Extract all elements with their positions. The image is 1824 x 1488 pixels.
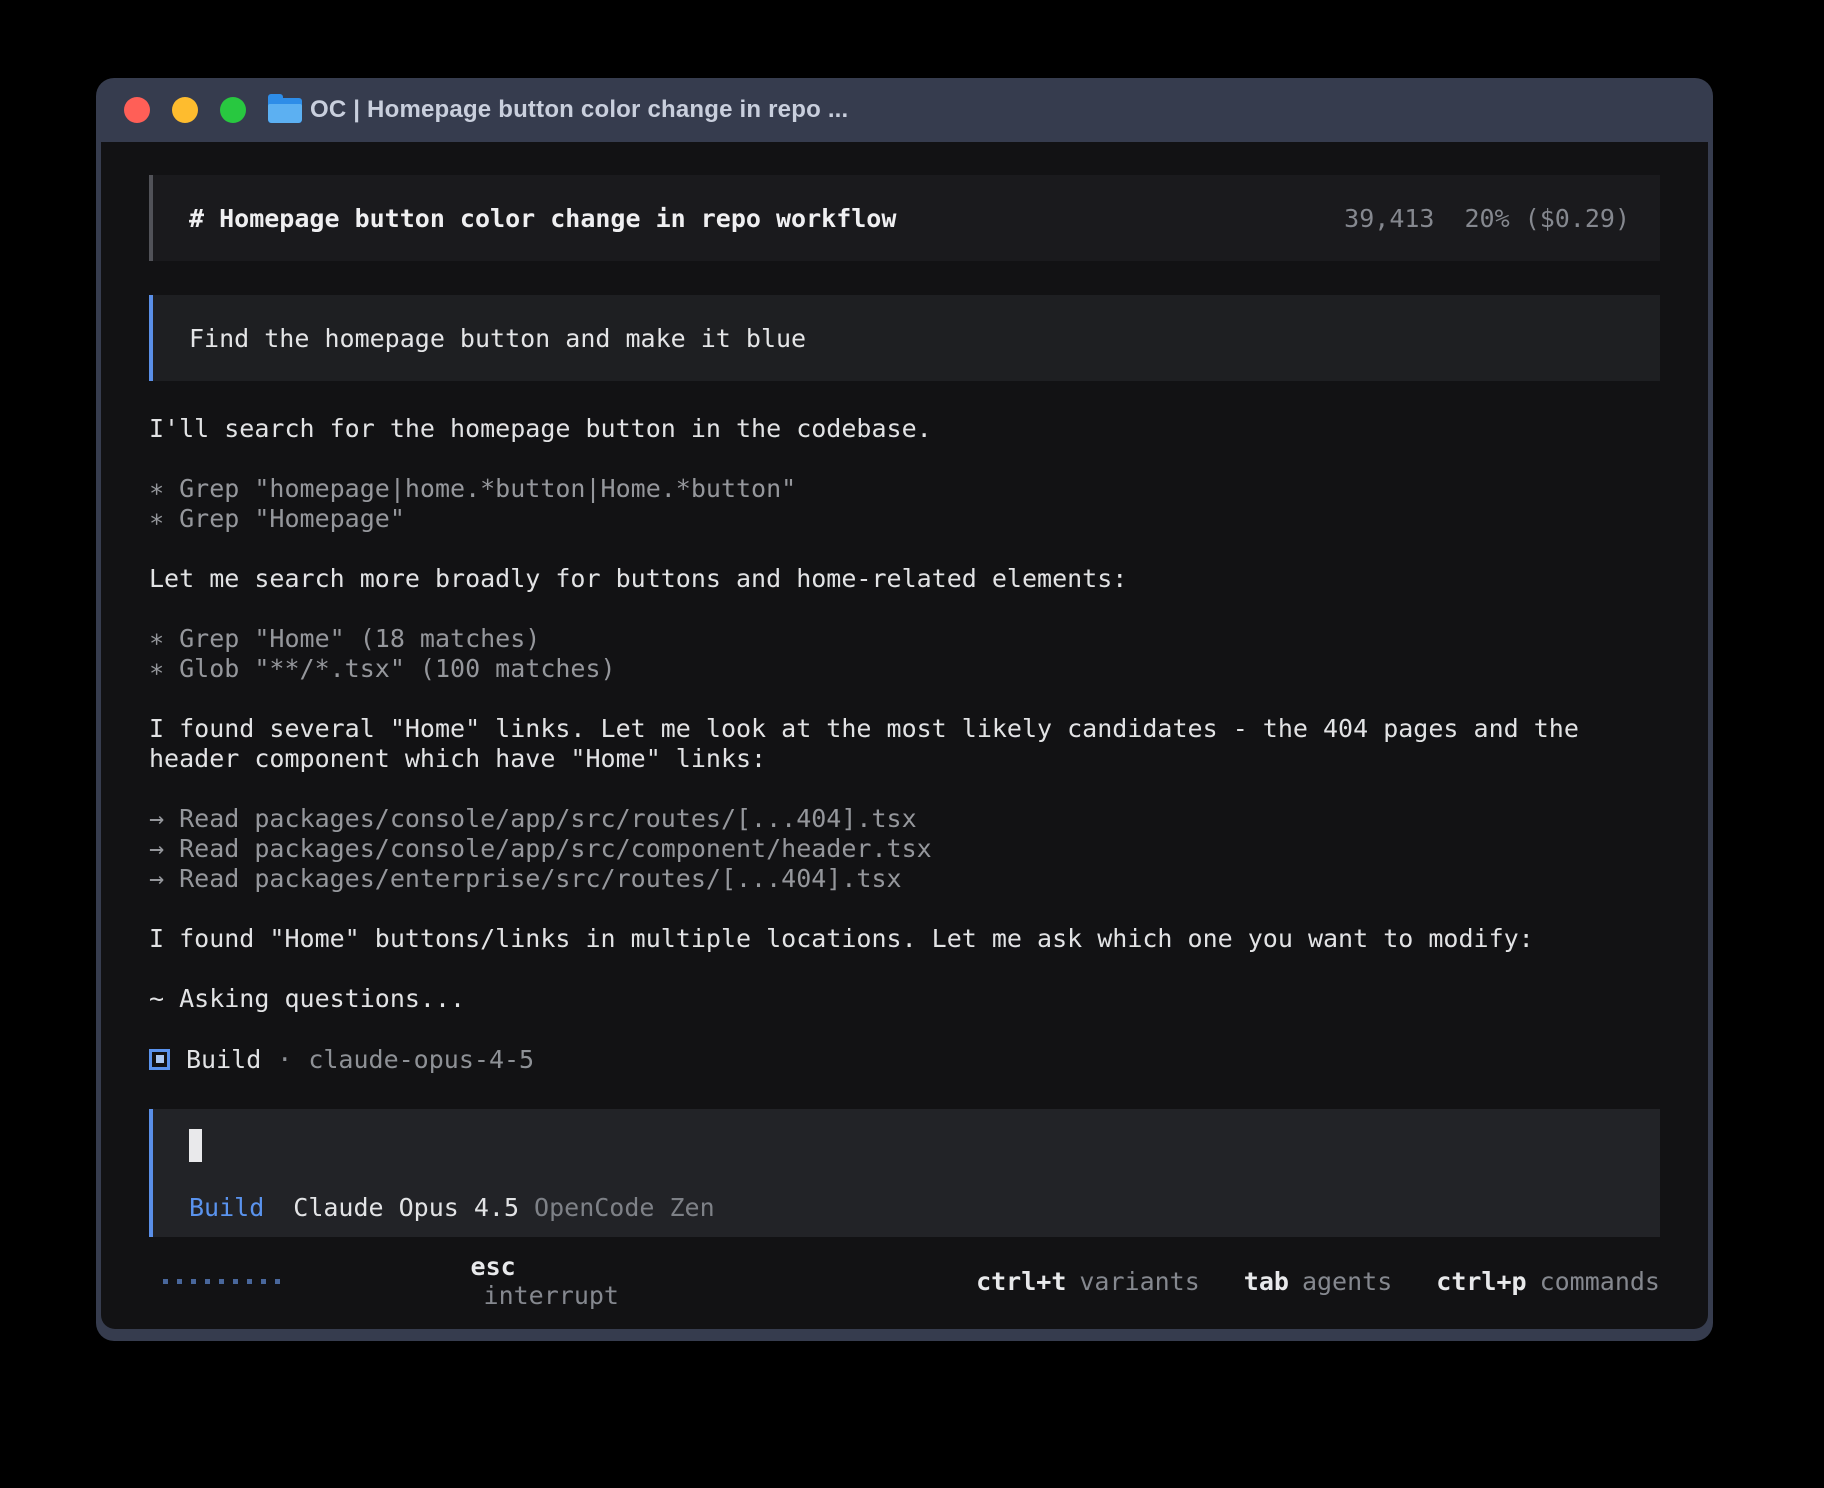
hint-key: esc [471, 1252, 516, 1281]
spinner-dot [191, 1279, 196, 1284]
transcript-line [149, 894, 1660, 924]
hint-label: interrupt [484, 1281, 619, 1310]
status-bar-right: ctrl+t variants tab agents ctrl+p commands [976, 1267, 1660, 1296]
spinner-dot [177, 1279, 182, 1284]
input-model-label: Claude Opus 4.5 [293, 1193, 519, 1223]
titlebar: OC | Homepage button color change in rep… [96, 78, 1713, 142]
agent-model: claude-opus-4-5 [308, 1045, 534, 1074]
input-status-line: Build Claude Opus 4.5 OpenCode Zen [189, 1193, 1624, 1223]
terminal-content: # Homepage button color change in repo w… [101, 142, 1708, 1329]
user-message-text: Find the homepage button and make it blu… [189, 324, 806, 353]
agent-badge-icon [149, 1049, 170, 1070]
session-title: # Homepage button color change in repo w… [189, 204, 896, 233]
transcript-line [149, 684, 1660, 714]
app-window: OC | Homepage button color change in rep… [96, 78, 1713, 1341]
hint-interrupt: esc interrupt [320, 1223, 619, 1329]
session-stats: 39,413 20% ($0.29) [1344, 204, 1630, 233]
hint-label: commands [1540, 1267, 1660, 1296]
spinner-dot [261, 1279, 266, 1284]
spinner-dots [163, 1279, 280, 1284]
transcript-line: ∗ Grep "Home" (18 matches) [149, 624, 1660, 654]
spinner-dot [163, 1279, 168, 1284]
token-count: 39,413 [1344, 204, 1434, 233]
hint-commands: ctrl+p commands [1436, 1267, 1660, 1296]
transcript-line: ∗ Grep "homepage|home.*button|Home.*butt… [149, 474, 1660, 504]
text-cursor [189, 1129, 202, 1162]
hint-label: agents [1302, 1267, 1392, 1296]
transcript-line [149, 534, 1660, 564]
input-agent-label: Build [189, 1193, 264, 1223]
spinner-dot [247, 1279, 252, 1284]
transcript-line: I found "Home" buttons/links in multiple… [149, 924, 1660, 954]
hint-key: ctrl+t [976, 1267, 1066, 1296]
status-bar-left: esc interrupt [149, 1223, 619, 1329]
spinner-dot [219, 1279, 224, 1284]
transcript-line: Let me search more broadly for buttons a… [149, 564, 1660, 594]
transcript-line [149, 954, 1660, 984]
session-header: # Homepage button color change in repo w… [149, 175, 1660, 261]
transcript-line [149, 1014, 1660, 1044]
hint-key: ctrl+p [1436, 1267, 1526, 1296]
hint-variants: ctrl+t variants [976, 1267, 1200, 1296]
prompt-input[interactable]: Build Claude Opus 4.5 OpenCode Zen [149, 1109, 1660, 1237]
transcript-line: → Read packages/console/app/src/routes/[… [149, 804, 1660, 834]
spinner-dot [275, 1279, 280, 1284]
agent-status-row: Build · claude-opus-4-5 [149, 1044, 1660, 1074]
transcript-line [149, 774, 1660, 804]
transcript-line: ~ Asking questions... [149, 984, 1660, 1014]
input-provider-label: OpenCode Zen [534, 1193, 715, 1223]
agent-name: Build [186, 1045, 261, 1074]
spinner-dot [205, 1279, 210, 1284]
user-message-block: Find the homepage button and make it blu… [149, 295, 1660, 381]
spinner-dot [233, 1279, 238, 1284]
transcript: I'll search for the homepage button in t… [149, 414, 1660, 1074]
hint-key: tab [1244, 1267, 1289, 1296]
hint-agents: tab agents [1244, 1267, 1392, 1296]
transcript-line: → Read packages/console/app/src/componen… [149, 834, 1660, 864]
maximize-button[interactable] [220, 97, 246, 123]
minimize-button[interactable] [172, 97, 198, 123]
folder-icon [268, 97, 302, 123]
transcript-line [149, 444, 1660, 474]
transcript-line [149, 594, 1660, 624]
close-button[interactable] [124, 97, 150, 123]
context-percent: 20% [1464, 204, 1509, 233]
session-cost: ($0.29) [1525, 204, 1630, 233]
traffic-lights [124, 97, 246, 123]
transcript-line: ∗ Grep "Homepage" [149, 504, 1660, 534]
transcript-line: I found several "Home" links. Let me loo… [149, 714, 1660, 744]
hint-label: variants [1079, 1267, 1199, 1296]
transcript-line: → Read packages/enterprise/src/routes/[.… [149, 864, 1660, 894]
transcript-line: header component which have "Home" links… [149, 744, 1660, 774]
dot-separator: · [277, 1045, 292, 1074]
transcript-lines: I'll search for the homepage button in t… [149, 414, 1660, 1044]
transcript-line: I'll search for the homepage button in t… [149, 414, 1660, 444]
status-bar: esc interrupt ctrl+tvariantstabagentsctr… [149, 1237, 1660, 1325]
window-title: OC | Homepage button color change in rep… [310, 96, 848, 124]
transcript-line: ∗ Glob "**/*.tsx" (100 matches) [149, 654, 1660, 684]
